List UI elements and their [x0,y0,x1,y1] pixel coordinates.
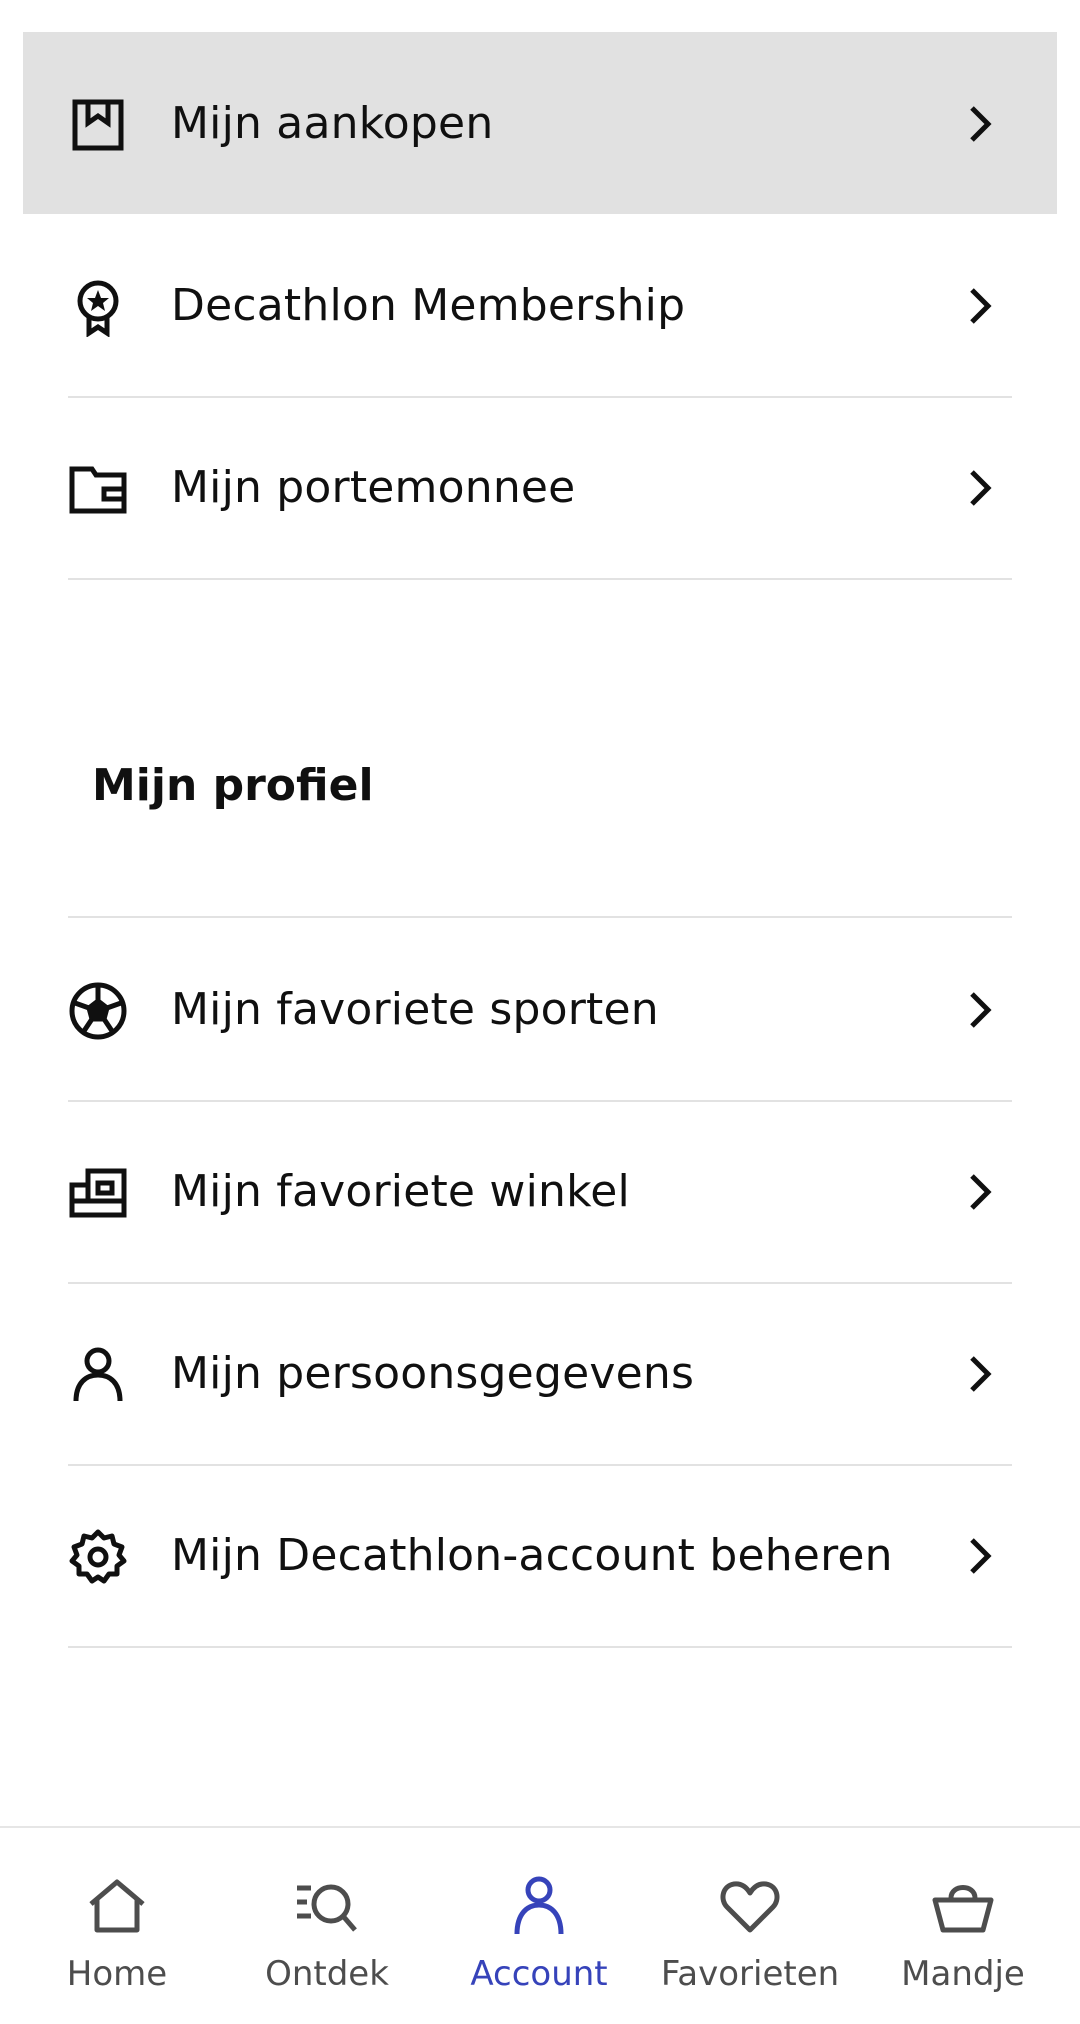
gear-icon [68,1527,136,1587]
home-icon [85,1874,149,1938]
account-screen: Mijn aankopen Decathlon Membership Mijn … [0,0,1080,2024]
divider [68,578,1012,580]
store-icon [68,1163,136,1223]
menu-item-label: Mijn persoonsgegevens [171,1347,695,1399]
chevron-right-icon [958,466,1002,510]
menu-item-mijn-aankopen[interactable]: Mijn aankopen [0,32,1080,214]
nav-item-ontdek[interactable]: Ontdek [219,1828,435,2024]
nav-label: Favorieten [660,1954,840,1994]
wallet-icon [68,459,136,519]
nav-item-home[interactable]: Home [9,1828,225,2024]
heart-icon [718,1874,782,1938]
bottom-nav: Home Ontdek Account Favorieten Mandje [0,1826,1080,2024]
chevron-right-icon [958,102,1002,146]
chevron-right-icon [958,1170,1002,1214]
menu-item-label: Mijn Decathlon-account beheren [171,1529,893,1581]
nav-label: Ontdek [265,1954,389,1994]
menu-item-decathlon-membership[interactable]: Decathlon Membership [0,214,1080,398]
soccer-ball-icon [68,981,136,1041]
user-icon [68,1345,136,1405]
nav-item-favorieten[interactable]: Favorieten [642,1828,858,2024]
section-title-profile: Mijn profiel [92,760,374,811]
chevron-right-icon [958,1534,1002,1578]
menu-item-account-beheren[interactable]: Mijn Decathlon-account beheren [0,1464,1080,1648]
award-ribbon-icon [68,277,136,337]
menu-item-label: Mijn portemonnee [171,461,576,513]
nav-label: Mandje [901,1954,1025,1994]
user-icon [507,1874,571,1938]
nav-label: Home [66,1954,168,1994]
menu-item-label: Decathlon Membership [171,279,686,331]
menu-item-favoriete-sporten[interactable]: Mijn favoriete sporten [0,916,1080,1102]
menu-item-label: Mijn favoriete winkel [171,1165,630,1217]
nav-item-account[interactable]: Account [431,1828,647,2024]
receipt-bookmark-icon [68,95,136,155]
chevron-right-icon [958,284,1002,328]
nav-label: Account [470,1954,608,1994]
chevron-right-icon [958,1352,1002,1396]
menu-item-label: Mijn favoriete sporten [171,983,659,1035]
menu-item-favoriete-winkel[interactable]: Mijn favoriete winkel [0,1100,1080,1284]
menu-item-mijn-portemonnee[interactable]: Mijn portemonnee [0,396,1080,580]
basket-icon [931,1874,995,1938]
chevron-right-icon [958,988,1002,1032]
menu-item-persoonsgegevens[interactable]: Mijn persoonsgegevens [0,1282,1080,1466]
search-list-icon [295,1874,359,1938]
nav-item-mandje[interactable]: Mandje [855,1828,1071,2024]
menu-item-label: Mijn aankopen [171,97,494,149]
divider [68,1646,1012,1648]
